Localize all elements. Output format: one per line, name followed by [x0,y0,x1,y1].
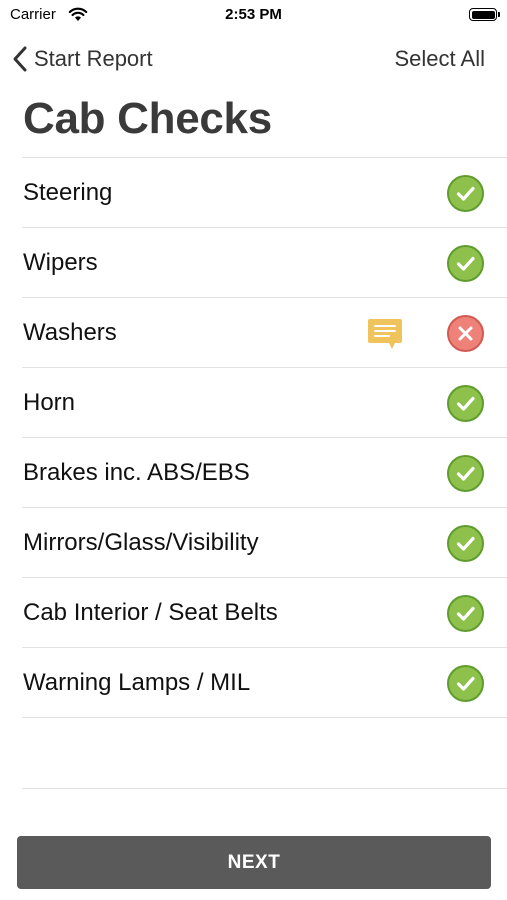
x-circle-icon[interactable] [447,315,484,352]
check-circle-icon[interactable] [447,525,484,562]
check-row[interactable]: Washers [22,297,507,367]
check-row-label: Mirrors/Glass/Visibility [23,529,259,556]
check-row[interactable]: Wipers [22,227,507,297]
check-row[interactable]: Warning Lamps / MIL [22,647,507,717]
battery-icon [469,8,500,21]
status-bar: Carrier 2:53 PM [0,0,507,30]
nav-bar: Start Report Select All [0,40,507,80]
check-circle-icon[interactable] [447,595,484,632]
back-button[interactable]: Start Report [12,44,153,74]
comment-bubble-icon[interactable] [367,318,403,355]
check-row[interactable]: Brakes inc. ABS/EBS [22,437,507,507]
check-circle-icon[interactable] [447,245,484,282]
list-divider [22,788,507,789]
back-button-label: Start Report [34,46,153,71]
check-row[interactable]: Horn [22,367,507,437]
next-button[interactable]: NEXT [17,836,491,889]
select-all-button[interactable]: Select All [395,46,486,72]
check-row-label: Warning Lamps / MIL [23,669,251,696]
check-row-label: Wipers [23,249,98,276]
check-row[interactable]: Cab Interior / Seat Belts [22,577,507,647]
check-circle-icon[interactable] [447,385,484,422]
check-circle-icon[interactable] [447,175,484,212]
page-title: Cab Checks [23,94,272,143]
check-list: Steering Wipers Washers Horn Brakes inc. ABS… [22,157,507,789]
check-row[interactable]: Mirrors/Glass/Visibility [22,507,507,577]
check-row-label: Steering [23,179,113,206]
check-row-label: Cab Interior / Seat Belts [23,599,278,626]
clock: 2:53 PM [225,6,282,23]
check-row[interactable]: Steering [22,157,507,227]
chevron-left-icon [12,45,28,73]
list-divider [22,717,507,718]
check-circle-icon[interactable] [447,665,484,702]
check-row-label: Washers [23,319,117,346]
next-button-label: NEXT [227,851,281,873]
check-row-label: Horn [23,389,76,416]
check-row-label: Brakes inc. ABS/EBS [23,459,250,486]
check-circle-icon[interactable] [447,455,484,492]
